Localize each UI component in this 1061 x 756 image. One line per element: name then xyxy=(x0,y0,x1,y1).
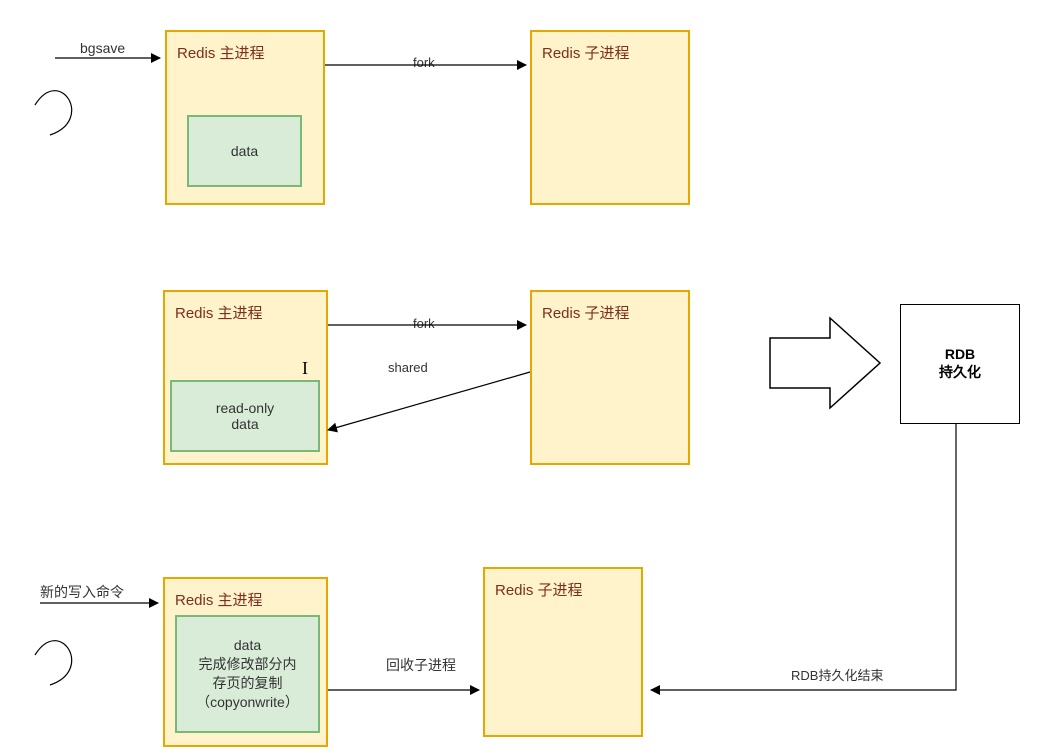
readonly-label: read-only xyxy=(216,400,274,416)
shared-label: shared xyxy=(388,360,428,375)
data-box-stage1: data xyxy=(187,115,302,187)
data-box-stage2: read-only data xyxy=(170,380,320,452)
text-cursor-icon: I xyxy=(302,358,308,379)
redis-child-process-stage2: Redis 子进程 xyxy=(530,290,690,465)
rdb-end-label: RDB持久化结束 xyxy=(791,665,883,684)
redis-main-title-stage3: Redis 主进程 xyxy=(175,589,263,610)
redis-child-title-stage1: Redis 子进程 xyxy=(542,42,630,63)
cow-line2: 完成修改部分内 xyxy=(199,655,297,674)
data-label-stage1: data xyxy=(231,143,258,159)
redis-child-process-stage3: Redis 子进程 xyxy=(483,567,643,737)
rdb-line2: 持久化 xyxy=(939,362,981,382)
fork-label-stage2: fork xyxy=(413,316,435,331)
fork-label-stage1: fork xyxy=(413,55,435,70)
redis-main-title-stage2: Redis 主进程 xyxy=(175,302,263,323)
redis-main-title-stage1: Redis 主进程 xyxy=(177,42,265,63)
rdb-line1: RDB xyxy=(945,346,975,362)
big-arrow-icon xyxy=(770,318,880,408)
cow-line1: data xyxy=(234,636,261,655)
rdb-persistence-box: RDB 持久化 xyxy=(900,304,1020,424)
data-label-stage2: data xyxy=(231,416,258,432)
new-write-command-label: 新的写入命令 xyxy=(40,582,124,602)
redis-child-title-stage2: Redis 子进程 xyxy=(542,302,630,323)
redis-child-process-stage1: Redis 子进程 xyxy=(530,30,690,205)
reap-child-label: 回收子进程 xyxy=(386,655,456,675)
cow-line4: （copyonwrite） xyxy=(196,693,299,712)
bgsave-label: bgsave xyxy=(80,40,125,56)
redis-child-title-stage3: Redis 子进程 xyxy=(495,579,583,600)
data-box-stage3: data 完成修改部分内 存页的复制 （copyonwrite） xyxy=(175,615,320,733)
cow-line3: 存页的复制 xyxy=(213,674,283,693)
